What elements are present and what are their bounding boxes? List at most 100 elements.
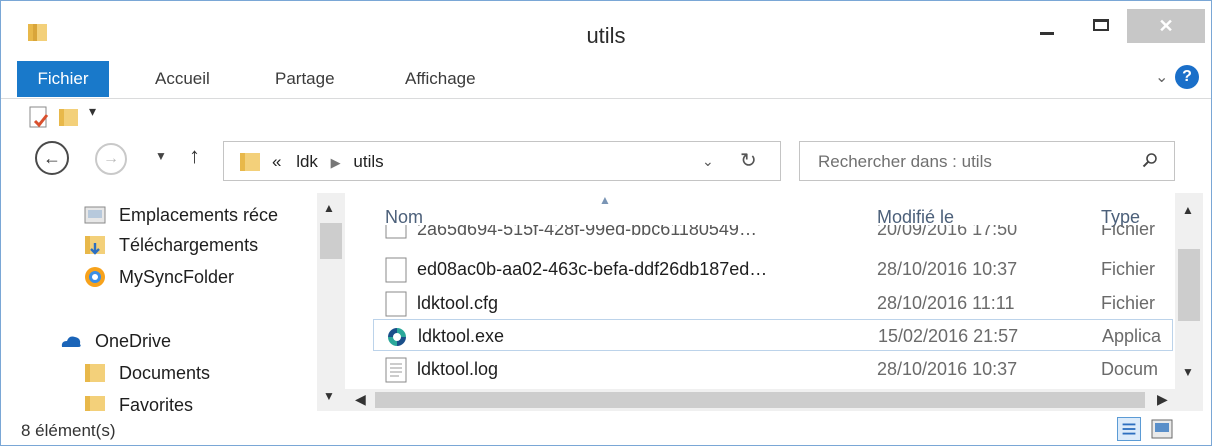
breadcrumb-item-utils[interactable]: utils xyxy=(353,152,383,171)
title-bar: utils ✕ xyxy=(1,1,1211,57)
sort-ascending-icon: ▲ xyxy=(599,193,611,207)
arrow-up-icon: ↑ xyxy=(189,143,200,168)
sidebar-item-label: MySyncFolder xyxy=(119,267,235,287)
sync-folder-icon xyxy=(85,267,105,287)
sidebar-item-recent-places[interactable]: Emplacements réce xyxy=(1,201,321,231)
sidebar-scrollbar[interactable]: ▲ ▼ xyxy=(317,193,345,411)
file-list-vertical-scrollbar[interactable]: ▲ ▼ xyxy=(1175,193,1203,389)
close-icon: ✕ xyxy=(1158,15,1174,36)
sidebar-item-favorites[interactable]: Favorites xyxy=(1,391,321,411)
downloads-folder-icon xyxy=(85,236,105,255)
scroll-up-icon[interactable]: ▲ xyxy=(323,201,335,215)
sidebar-scroll-thumb[interactable] xyxy=(320,223,342,259)
address-bar[interactable]: « ldk ▶ utils ⌄ ↻ xyxy=(223,141,781,181)
search-box[interactable]: Rechercher dans : utils xyxy=(799,141,1175,181)
file-name: 2a65d694-515f-428f-99ed-bbc61180549… xyxy=(417,225,757,239)
large-icons-view-icon[interactable] xyxy=(1151,419,1173,439)
file-type: Fichier xyxy=(1101,293,1156,313)
recent-places-icon xyxy=(84,206,106,224)
file-type: Fichier xyxy=(1101,259,1156,279)
forward-button[interactable]: → xyxy=(95,143,127,175)
back-button[interactable]: ← xyxy=(35,141,69,175)
sidebar-item-label: Téléchargements xyxy=(119,235,259,255)
arrow-right-icon: → xyxy=(103,150,119,167)
file-date: 28/10/2016 10:37 xyxy=(877,259,1018,279)
folder-icon xyxy=(240,153,260,171)
sidebar-item-downloads[interactable]: Téléchargements xyxy=(1,231,321,261)
file-type: Fichier xyxy=(1101,225,1156,239)
tab-affichage[interactable]: Affichage xyxy=(405,69,476,89)
sidebar-item-documents[interactable]: Documents xyxy=(1,359,321,389)
text-document-icon xyxy=(385,357,407,383)
sidebar-item-label: Documents xyxy=(119,363,211,383)
navigation-bar: ← → ▼ ↑ « ldk ▶ utils ⌄ ↻ Rechercher dan… xyxy=(1,133,1211,189)
table-row[interactable]: 2a65d694-515f-428f-99ed-bbc61180549… 20/… xyxy=(373,225,1173,245)
file-type: Applica xyxy=(1102,326,1162,346)
file-date: 20/09/2016 17:50 xyxy=(877,225,1018,239)
quick-access-toolbar: ▾ xyxy=(1,101,1211,131)
arrow-left-icon: ← xyxy=(43,147,61,168)
address-dropdown-icon[interactable]: ⌄ xyxy=(702,153,714,170)
minimize-button[interactable] xyxy=(1019,9,1075,47)
file-list-horizontal-scrollbar[interactable]: ◀ ▶ xyxy=(345,389,1203,411)
horizontal-scroll-thumb[interactable] xyxy=(375,392,1145,408)
tab-fichier[interactable]: Fichier xyxy=(17,61,109,97)
file-date: 28/10/2016 11:11 xyxy=(877,293,1015,313)
maximize-button[interactable] xyxy=(1075,9,1127,47)
sidebar-item-label: Favorites xyxy=(119,395,194,411)
sidebar-item-onedrive[interactable]: OneDrive xyxy=(1,327,321,357)
up-level-button[interactable]: ↑ xyxy=(189,143,200,169)
recent-locations-dropdown-icon[interactable]: ▼ xyxy=(155,149,167,163)
scroll-right-icon[interactable]: ▶ xyxy=(1157,391,1168,408)
help-icon[interactable]: ? xyxy=(1175,65,1199,89)
tab-partage[interactable]: Partage xyxy=(275,69,335,89)
scroll-down-icon[interactable]: ▼ xyxy=(1182,365,1194,379)
file-type: Docum xyxy=(1101,359,1159,379)
properties-icon[interactable] xyxy=(27,105,51,129)
search-icon[interactable] xyxy=(1142,152,1158,168)
table-row[interactable]: ldktool.cfg 28/10/2016 11:11 Fichier xyxy=(373,287,1173,319)
file-icon xyxy=(385,225,407,239)
new-folder-icon[interactable] xyxy=(57,105,81,129)
tab-accueil[interactable]: Accueil xyxy=(155,69,210,89)
file-icon xyxy=(385,257,407,283)
scroll-down-icon[interactable]: ▼ xyxy=(323,389,335,403)
sidebar-item-label: Emplacements réce xyxy=(119,205,279,225)
folder-icon xyxy=(85,364,105,382)
customize-toolbar-dropdown-icon[interactable]: ▾ xyxy=(89,103,96,120)
breadcrumb: « ldk ▶ utils xyxy=(272,152,384,172)
scroll-left-icon[interactable]: ◀ xyxy=(355,391,366,408)
sidebar-item-label: OneDrive xyxy=(95,331,172,351)
close-button[interactable]: ✕ xyxy=(1127,9,1205,43)
navigation-pane: Emplacements réce Téléchargements MySync… xyxy=(1,193,345,411)
file-icon xyxy=(385,291,407,317)
scroll-up-icon[interactable]: ▲ xyxy=(1182,203,1194,217)
onedrive-cloud-icon xyxy=(61,336,81,347)
item-count: 8 élément(s) xyxy=(21,421,116,440)
explorer-window: utils ✕ Fichier Accueil Partage Affichag… xyxy=(0,0,1212,446)
maximize-icon xyxy=(1093,19,1109,31)
file-list: ▲ Nom Modifié le Type 2a65d694-515f-428f… xyxy=(345,193,1211,411)
breadcrumb-separator-icon[interactable]: ▶ xyxy=(331,155,341,170)
app-exe-icon xyxy=(388,328,406,346)
status-bar: 8 élément(s) xyxy=(1,413,1211,445)
file-date: 28/10/2016 10:37 xyxy=(877,359,1018,379)
file-name: ldktool.exe xyxy=(418,326,505,346)
breadcrumb-item-ldk[interactable]: ldk xyxy=(296,152,318,171)
refresh-icon[interactable]: ↻ xyxy=(740,148,757,173)
table-row-selected[interactable]: ldktool.exe 15/02/2016 21:57 Applica xyxy=(373,319,1173,351)
file-name: ldktool.log xyxy=(417,359,499,379)
sidebar-item-mysyncfolder[interactable]: MySyncFolder xyxy=(1,263,321,293)
details-view-icon[interactable] xyxy=(1117,417,1141,441)
table-row[interactable]: ed08ac0b-aa02-463c-befa-ddf26db187ed… 28… xyxy=(373,253,1173,285)
minimize-icon xyxy=(1040,31,1054,35)
ribbon-tabs: Fichier Accueil Partage Affichage ⌄ ? xyxy=(1,59,1211,99)
file-name: ed08ac0b-aa02-463c-befa-ddf26db187ed… xyxy=(417,259,768,279)
file-date: 15/02/2016 21:57 xyxy=(878,326,1019,346)
file-name: ldktool.cfg xyxy=(417,293,499,313)
table-row[interactable]: ldktool.log 28/10/2016 10:37 Docum xyxy=(373,353,1173,385)
vertical-scroll-thumb[interactable] xyxy=(1178,249,1200,321)
ribbon-expand-chevron-icon[interactable]: ⌄ xyxy=(1155,67,1168,87)
breadcrumb-overflow[interactable]: « xyxy=(272,152,281,171)
search-input[interactable]: Rechercher dans : utils xyxy=(818,152,992,172)
